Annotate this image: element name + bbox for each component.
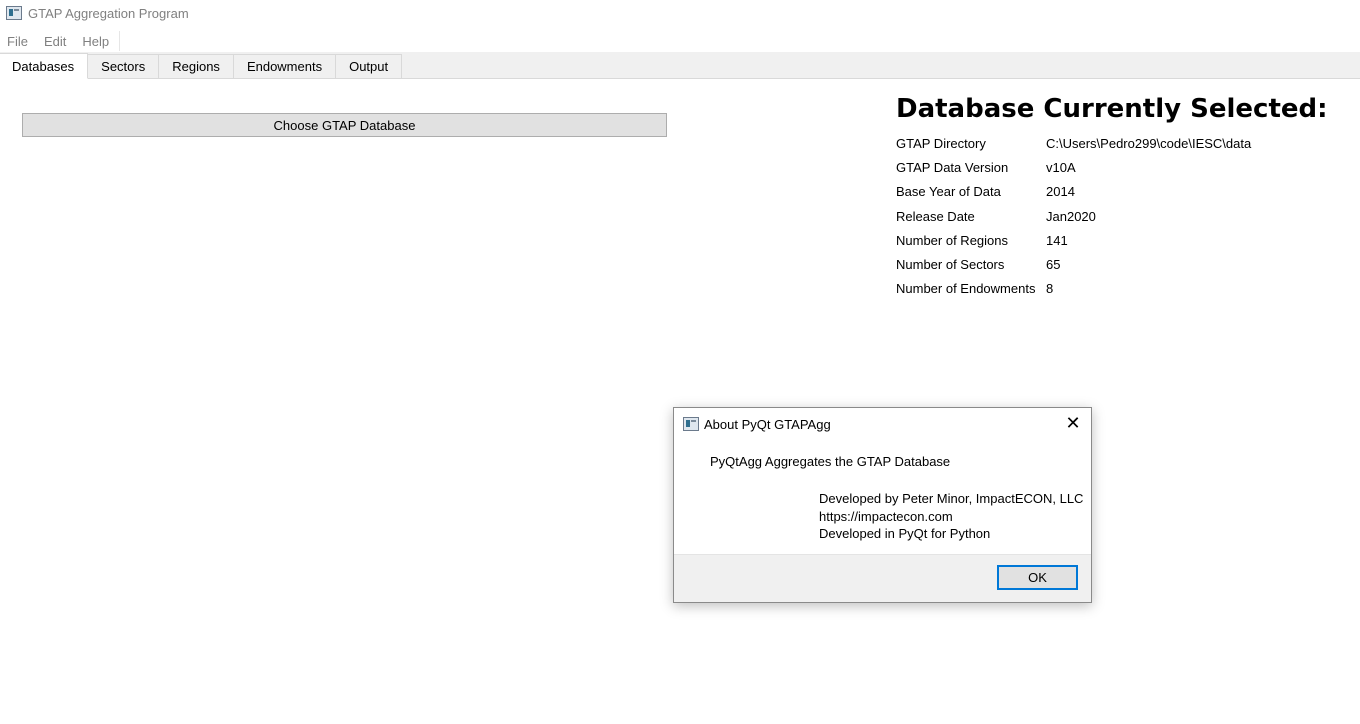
- info-row-number-of-endowments: Number of Endowments 8: [896, 277, 1336, 301]
- info-value: 8: [1046, 281, 1054, 297]
- menubar: File Edit Help: [0, 30, 121, 52]
- info-row-gtap-directory: GTAP Directory C:\Users\Pedro299\code\IE…: [896, 131, 1336, 155]
- dialog-detail-text: Developed by Peter Minor, ImpactECON, LL…: [819, 490, 1083, 543]
- dialog-button-bar: OK: [674, 554, 1091, 602]
- info-value: 2014: [1046, 184, 1075, 200]
- info-row-release-date: Release Date Jan2020: [896, 204, 1336, 228]
- info-label: GTAP Data Version: [896, 159, 1009, 175]
- info-label: Number of Regions: [896, 232, 1008, 248]
- dialog-main-text: PyQtAgg Aggregates the GTAP Database: [710, 454, 951, 469]
- info-value: Jan2020: [1046, 208, 1096, 224]
- info-row-number-of-sectors: Number of Sectors 65: [896, 252, 1336, 276]
- info-value: 65: [1046, 257, 1061, 273]
- tab-endowments[interactable]: Endowments: [233, 54, 337, 79]
- dialog-title: About PyQt GTAPAgg: [704, 416, 831, 432]
- menu-file[interactable]: File: [0, 34, 36, 49]
- window-titlebar: GTAP Aggregation Program: [0, 0, 1360, 26]
- database-info-rows: GTAP Directory C:\Users\Pedro299\code\IE…: [896, 131, 1336, 301]
- database-info-panel: Database Currently Selected: GTAP Direct…: [896, 92, 1336, 301]
- info-label: Number of Sectors: [896, 257, 1005, 273]
- dialog-detail-line: Developed in PyQt for Python: [819, 526, 991, 541]
- window-title: GTAP Aggregation Program: [28, 5, 189, 21]
- info-value: 141: [1046, 232, 1068, 248]
- info-value: C:\Users\Pedro299\code\IESC\data: [1046, 135, 1252, 151]
- tab-databases[interactable]: Databases: [0, 53, 89, 79]
- dialog-titlebar[interactable]: About PyQt GTAPAgg ✕: [674, 408, 1091, 440]
- info-row-number-of-regions: Number of Regions 141: [896, 228, 1336, 252]
- menu-edit[interactable]: Edit: [36, 34, 74, 49]
- menubar-separator: [119, 31, 121, 51]
- info-label: Number of Endowments: [896, 281, 1036, 297]
- menu-help[interactable]: Help: [74, 34, 117, 49]
- choose-gtap-database-button[interactable]: Choose GTAP Database: [22, 113, 667, 137]
- ok-button[interactable]: OK: [997, 565, 1078, 590]
- tab-bar: Databases Sectors Regions Endowments Out…: [0, 52, 1360, 79]
- close-icon[interactable]: ✕: [1065, 414, 1081, 432]
- tab-regions[interactable]: Regions: [159, 54, 234, 79]
- tab-sectors[interactable]: Sectors: [88, 54, 160, 79]
- dialog-body: PyQtAgg Aggregates the GTAP Database Dev…: [674, 440, 1091, 554]
- info-label: Base Year of Data: [896, 184, 1001, 200]
- about-dialog: About PyQt GTAPAgg ✕ PyQtAgg Aggregates …: [673, 407, 1092, 603]
- tab-output[interactable]: Output: [336, 54, 403, 79]
- app-window-icon: [683, 417, 699, 431]
- info-row-base-year: Base Year of Data 2014: [896, 180, 1336, 204]
- info-label: GTAP Directory: [896, 135, 986, 151]
- info-row-data-version: GTAP Data Version v10A: [896, 155, 1336, 179]
- app-window-icon: [6, 6, 22, 20]
- database-selected-heading: Database Currently Selected:: [896, 94, 1328, 124]
- info-label: Release Date: [896, 208, 975, 224]
- dialog-detail-line: https://impactecon.com: [819, 508, 953, 524]
- dialog-detail-line: Developed by Peter Minor, ImpactECON, LL…: [819, 491, 1084, 506]
- info-value: v10A: [1046, 159, 1076, 175]
